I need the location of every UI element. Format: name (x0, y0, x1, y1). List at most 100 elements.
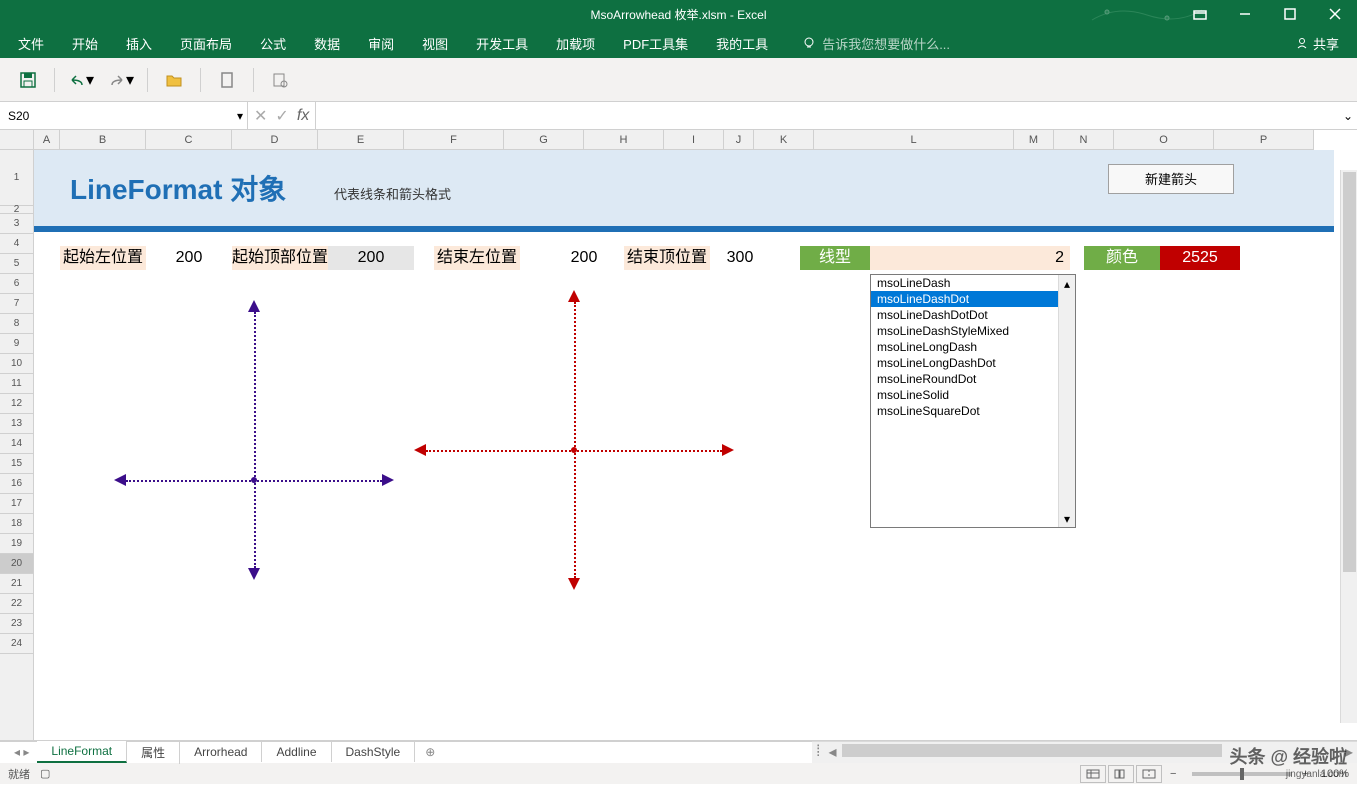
tab-insert[interactable]: 插入 (112, 28, 166, 59)
column-header-J[interactable]: J (724, 130, 754, 149)
name-box[interactable]: S20 ▾ (0, 102, 248, 129)
maximize-button[interactable] (1267, 0, 1312, 28)
row-header-15[interactable]: 15 (0, 454, 33, 474)
dropdown-item[interactable]: msoLineDashDot (871, 291, 1075, 307)
tell-me-box[interactable]: 告诉我您想要做什么... (802, 34, 950, 53)
row-header-10[interactable]: 10 (0, 354, 33, 374)
close-button[interactable] (1312, 0, 1357, 28)
macro-record-icon[interactable]: ▢ (40, 767, 50, 780)
column-header-C[interactable]: C (146, 130, 232, 149)
open-button[interactable] (156, 62, 192, 98)
row-header-24[interactable]: 24 (0, 634, 33, 654)
sheet-tab-addline[interactable]: Addline (262, 742, 331, 762)
row-header-14[interactable]: 14 (0, 434, 33, 454)
row-header-3[interactable]: 3 (0, 214, 33, 234)
row-header-12[interactable]: 12 (0, 394, 33, 414)
column-header-O[interactable]: O (1114, 130, 1214, 149)
scroll-left-icon[interactable]: ◂ (824, 742, 840, 762)
start-top-value[interactable]: 200 (328, 246, 414, 270)
dropdown-item[interactable]: msoLineDashStyleMixed (871, 323, 1075, 339)
expand-formula-icon[interactable]: ⌄ (1343, 109, 1353, 123)
column-header-K[interactable]: K (754, 130, 814, 149)
preview-button[interactable] (262, 62, 298, 98)
dropdown-item[interactable]: msoLineDashDotDot (871, 307, 1075, 323)
dropdown-item[interactable]: msoLineDash (871, 275, 1075, 291)
cancel-formula-icon[interactable]: ✕ (254, 106, 267, 126)
dropdown-item[interactable]: msoLineRoundDot (871, 371, 1075, 387)
column-header-I[interactable]: I (664, 130, 724, 149)
row-header-8[interactable]: 8 (0, 314, 33, 334)
dropdown-item[interactable]: msoLineLongDash (871, 339, 1075, 355)
row-header-5[interactable]: 5 (0, 254, 33, 274)
dropdown-item[interactable]: msoLineSolid (871, 387, 1075, 403)
linetype-value[interactable]: 2 (870, 246, 1070, 270)
column-header-P[interactable]: P (1214, 130, 1314, 149)
row-header-2[interactable]: 2 (0, 206, 33, 214)
tab-data[interactable]: 数据 (300, 28, 354, 59)
row-header-19[interactable]: 19 (0, 534, 33, 554)
tab-layout[interactable]: 页面布局 (166, 28, 246, 59)
accept-formula-icon[interactable]: ✓ (275, 106, 288, 126)
new-arrow-button[interactable]: 新建箭头 (1108, 164, 1234, 194)
end-left-value[interactable]: 200 (544, 246, 624, 270)
row-header-4[interactable]: 4 (0, 234, 33, 254)
tab-addins[interactable]: 加载项 (542, 28, 609, 59)
linetype-dropdown[interactable]: msoLineDashmsoLineDashDotmsoLineDashDotD… (870, 274, 1076, 528)
column-header-F[interactable]: F (404, 130, 504, 149)
row-header-6[interactable]: 6 (0, 274, 33, 294)
row-header-18[interactable]: 18 (0, 514, 33, 534)
tab-file[interactable]: 文件 (4, 28, 58, 59)
row-header-9[interactable]: 9 (0, 334, 33, 354)
start-left-value[interactable]: 200 (146, 246, 232, 270)
column-header-M[interactable]: M (1014, 130, 1054, 149)
row-header-7[interactable]: 7 (0, 294, 33, 314)
dropdown-item[interactable]: msoLineSquareDot (871, 403, 1075, 419)
add-sheet-button[interactable]: ⊕ (415, 745, 445, 759)
ribbon-display-icon[interactable] (1177, 0, 1222, 28)
column-header-L[interactable]: L (814, 130, 1014, 149)
row-header-23[interactable]: 23 (0, 614, 33, 634)
column-header-D[interactable]: D (232, 130, 318, 149)
formula-input[interactable]: ⌄ (316, 102, 1357, 129)
end-top-value[interactable]: 300 (710, 246, 770, 270)
new-button[interactable] (209, 62, 245, 98)
tab-mytools[interactable]: 我的工具 (702, 28, 782, 59)
row-header-20[interactable]: 20 (0, 554, 33, 574)
color-value[interactable]: 2525 (1160, 246, 1240, 270)
select-all-corner[interactable] (0, 130, 34, 150)
tab-review[interactable]: 审阅 (354, 28, 408, 59)
chevron-down-icon[interactable]: ▾ (237, 109, 243, 123)
dropdown-scrollbar[interactable]: ▴ ▾ (1058, 275, 1075, 527)
page-break-view-button[interactable] (1136, 765, 1162, 783)
column-header-E[interactable]: E (318, 130, 404, 149)
zoom-out-button[interactable]: − (1170, 768, 1176, 780)
sheet-nav[interactable]: ◂ ▸ (6, 745, 37, 759)
sheet-tab-properties[interactable]: 属性 (127, 741, 180, 764)
normal-view-button[interactable] (1080, 765, 1106, 783)
row-header-16[interactable]: 16 (0, 474, 33, 494)
arrow-shape-red[interactable] (414, 290, 734, 590)
scroll-down-icon[interactable]: ▾ (1059, 510, 1075, 527)
share-button[interactable]: 共享 (1281, 28, 1353, 59)
row-header-21[interactable]: 21 (0, 574, 33, 594)
column-header-G[interactable]: G (504, 130, 584, 149)
redo-button[interactable]: ▾ (103, 62, 139, 98)
column-header-N[interactable]: N (1054, 130, 1114, 149)
row-header-17[interactable]: 17 (0, 494, 33, 514)
minimize-button[interactable] (1222, 0, 1267, 28)
dropdown-item[interactable]: msoLineLongDashDot (871, 355, 1075, 371)
sheet-grid[interactable]: LineFormat 对象 代表线条和箭头格式 新建箭头 起始左位置 200 起… (34, 150, 1357, 740)
save-button[interactable] (10, 62, 46, 98)
row-header-1[interactable]: 1 (0, 150, 33, 206)
row-header-13[interactable]: 13 (0, 414, 33, 434)
scroll-up-icon[interactable]: ▴ (1059, 275, 1075, 292)
tab-formulas[interactable]: 公式 (246, 28, 300, 59)
tab-developer[interactable]: 开发工具 (462, 28, 542, 59)
fx-icon[interactable]: fx (297, 107, 309, 125)
undo-button[interactable]: ▾ (63, 62, 99, 98)
tab-view[interactable]: 视图 (408, 28, 462, 59)
column-header-A[interactable]: A (34, 130, 60, 149)
page-layout-view-button[interactable] (1108, 765, 1134, 783)
arrow-shape-purple[interactable] (114, 300, 394, 580)
tab-home[interactable]: 开始 (58, 28, 112, 59)
